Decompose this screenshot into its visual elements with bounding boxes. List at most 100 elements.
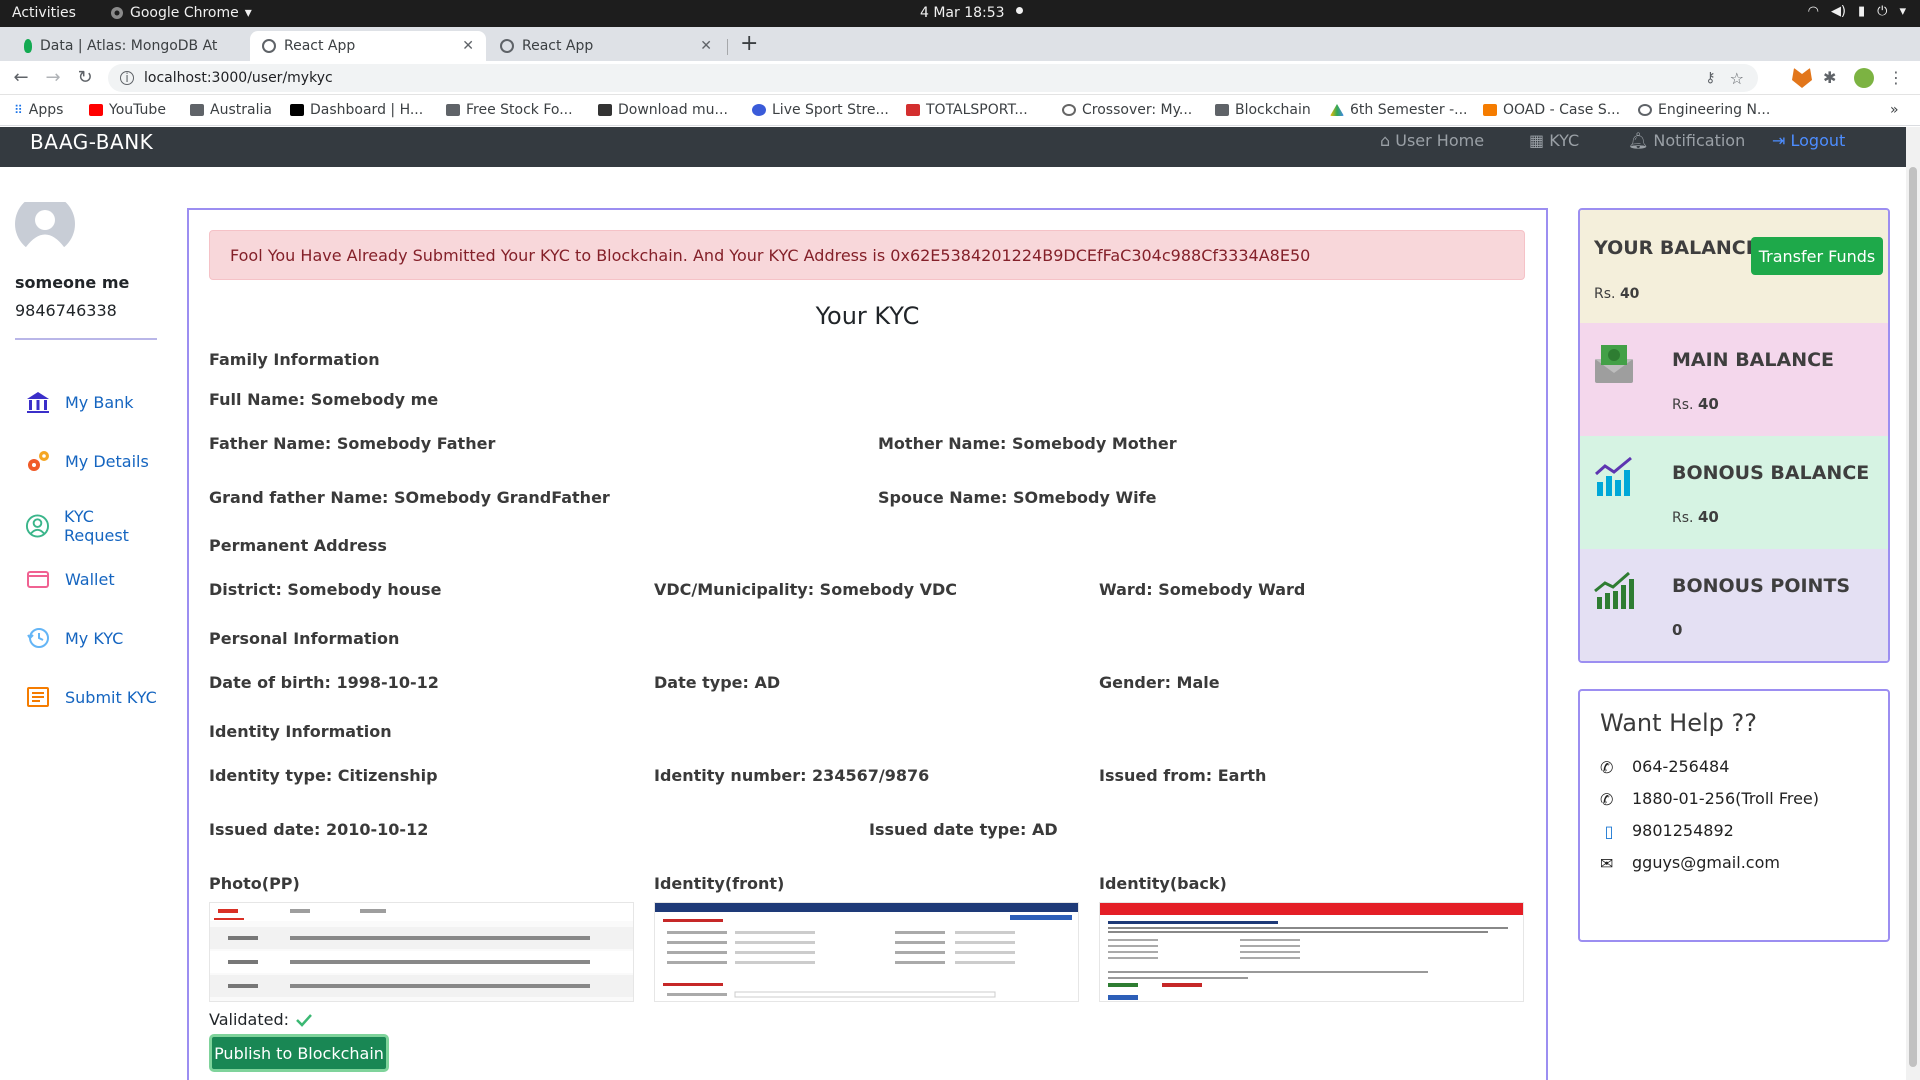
section-family-info: Family Information <box>209 350 380 369</box>
bookmark-label: OOAD - Case S... <box>1503 102 1621 118</box>
scrollbar-thumb[interactable] <box>1909 167 1917 1067</box>
tab-react-app-active[interactable]: React App ✕ <box>250 31 486 61</box>
bookmark-crossover[interactable]: Crossover: My... <box>1062 102 1192 118</box>
main-balance-value: Rs. 40 <box>1672 395 1719 413</box>
sidebar-item-my-bank[interactable]: My Bank <box>25 389 134 415</box>
caret-down-icon: ▾ <box>1899 4 1906 19</box>
bookmarks-bar: ⠿ Apps YouTube Australia Dashboard | H...… <box>0 96 1920 126</box>
nav-label: Notification <box>1653 131 1746 150</box>
new-tab-icon[interactable]: + <box>740 31 758 56</box>
bookmark-dashboard[interactable]: Dashboard | H... <box>290 102 423 118</box>
help-mobile-text: 9801254892 <box>1632 821 1734 840</box>
currency-prefix: Rs. <box>1672 510 1694 526</box>
nav-logout[interactable]: ⇥ Logout <box>1772 131 1845 150</box>
bookmark-ooad[interactable]: OOAD - Case S... <box>1483 102 1620 118</box>
user-avatar-icon <box>15 202 75 247</box>
photo-thumbnail <box>210 903 633 997</box>
sidebar-item-label: My KYC <box>65 628 124 648</box>
help-phone-1-text: 064-256484 <box>1632 757 1730 776</box>
field-date-type: Date type: AD <box>654 673 781 692</box>
bookmarks-overflow-icon[interactable]: » <box>1890 102 1899 118</box>
bookmark-apps[interactable]: ⠿ Apps <box>14 102 63 118</box>
info-icon[interactable]: i <box>120 71 134 85</box>
globe-icon <box>1638 104 1652 116</box>
field-mother-name: Mother Name: Somebody Mother <box>878 434 1177 453</box>
bookmark-6th-semester[interactable]: 6th Semester -... <box>1330 102 1467 118</box>
nav-user-home[interactable]: ⌂ User Home <box>1380 131 1484 150</box>
photo-image[interactable] <box>209 902 634 1002</box>
nav-notification[interactable]: 🔔︎ Notification <box>1628 131 1745 150</box>
apps-grid-icon: ⠿ <box>14 103 23 117</box>
bookmark-label: Free Stock Fo... <box>466 102 573 118</box>
gears-icon <box>28 451 49 471</box>
phone-icon: ✆ <box>1600 757 1614 777</box>
identity-front-image[interactable] <box>654 902 1079 1002</box>
your-balance-value: Rs. 40 <box>1594 286 1639 302</box>
star-bookmark-icon[interactable]: ☆ <box>1730 69 1744 88</box>
caret-down-icon: ▾ <box>244 5 252 21</box>
balance-panel: YOUR BALANCE Transfer Funds Rs. 40 MAIN … <box>1578 208 1890 663</box>
clock[interactable]: 4 Mar 18:53 <box>920 5 1005 21</box>
user-phone: 9846746338 <box>15 301 117 320</box>
section-permanent-address: Permanent Address <box>209 536 387 555</box>
system-tray[interactable]: ◠ ◀) ▮ ⏻ ▾ <box>1808 4 1906 19</box>
transfer-funds-button[interactable]: Transfer Funds <box>1751 237 1883 275</box>
extensions-puzzle-icon[interactable]: ✱ <box>1823 68 1843 88</box>
bookmark-blockchain[interactable]: Blockchain <box>1215 102 1311 118</box>
your-balance-title: YOUR BALANCE <box>1594 237 1759 259</box>
bookmark-live-sport[interactable]: Live Sport Stre... <box>752 102 889 118</box>
history-icon <box>27 628 49 648</box>
brand-logo[interactable]: BAAG-BANK <box>30 130 153 154</box>
page-viewport: BAAG-BANK ⌂ User Home ▦ KYC 🔔︎ Notificat… <box>0 127 1906 1080</box>
key-icon[interactable]: ⚷ <box>1705 70 1715 86</box>
back-arrow-icon[interactable]: ← <box>10 67 32 88</box>
publish-to-blockchain-button[interactable]: Publish to Blockchain <box>209 1034 389 1072</box>
balance-amount: 40 <box>1697 395 1719 413</box>
field-father-name: Father Name: Somebody Father <box>209 434 496 453</box>
sidebar-item-my-kyc[interactable]: My KYC <box>25 625 123 651</box>
bookmark-free-stock[interactable]: Free Stock Fo... <box>446 102 573 118</box>
bookmark-label: 6th Semester -... <box>1350 102 1468 118</box>
system-top-bar: Activities Google Chrome ▾ 4 Mar 18:53 ◠… <box>0 0 1920 27</box>
field-dob: Date of birth: 1998-10-12 <box>209 673 439 692</box>
browser-tab-strip: Data | Atlas: MongoDB At React App ✕ Rea… <box>0 27 1920 61</box>
sport-icon <box>752 104 766 116</box>
address-bar[interactable]: i localhost:3000/user/mykyc ⚷ ☆ <box>108 64 1758 92</box>
nav-kyc[interactable]: ▦ KYC <box>1529 131 1579 150</box>
field-identity-number: Identity number: 234567/9876 <box>654 766 930 785</box>
kyc-card: Fool You Have Already Submitted Your KYC… <box>187 208 1548 1080</box>
points-amount: 0 <box>1672 621 1683 639</box>
sidebar-item-my-details[interactable]: My Details <box>25 448 149 474</box>
sidebar-item-kyc-request[interactable]: KYC Request <box>25 507 160 545</box>
sidebar-item-wallet[interactable]: Wallet <box>25 566 115 592</box>
mongodb-leaf-icon <box>24 39 32 53</box>
close-tab-icon[interactable]: ✕ <box>700 38 712 54</box>
bookmark-youtube[interactable]: YouTube <box>89 102 166 118</box>
help-mobile[interactable]: ▯ 9801254892 <box>1600 821 1734 841</box>
field-issued-date: Issued date: 2010-10-12 <box>209 820 429 839</box>
table-icon: ▦ <box>1529 131 1545 150</box>
tab-react-app[interactable]: React App ✕ <box>488 31 724 61</box>
bookmark-australia[interactable]: Australia <box>190 102 272 118</box>
profile-avatar[interactable] <box>1854 68 1874 88</box>
tab-mongodb[interactable]: Data | Atlas: MongoDB At <box>12 31 248 61</box>
activities-button[interactable]: Activities <box>12 5 76 21</box>
more-menu-icon[interactable]: ⋮ <box>1886 68 1906 88</box>
url-text: localhost:3000/user/mykyc <box>144 70 333 86</box>
identity-back-image[interactable] <box>1099 902 1524 1002</box>
page-scrollbar[interactable] <box>1906 127 1920 1080</box>
bookmark-engineering[interactable]: Engineering N... <box>1638 102 1770 118</box>
help-email[interactable]: ✉ gguys@gmail.com <box>1600 853 1780 873</box>
bookmark-label: Blockchain <box>1235 102 1311 118</box>
app-menu[interactable]: Google Chrome ▾ <box>110 5 252 21</box>
close-tab-icon[interactable]: ✕ <box>462 38 474 54</box>
help-phone-1[interactable]: ✆ 064-256484 <box>1600 757 1730 777</box>
reload-icon[interactable]: ↻ <box>74 67 96 88</box>
forward-arrow-icon[interactable]: → <box>42 67 64 88</box>
metamask-icon[interactable] <box>1792 68 1812 88</box>
bookmark-download[interactable]: Download mu... <box>598 102 728 118</box>
bookmark-label: Engineering N... <box>1658 102 1771 118</box>
sidebar-item-submit-kyc[interactable]: Submit KYC <box>25 684 157 710</box>
help-phone-2[interactable]: ✆ 1880-01-256(Troll Free) <box>1600 789 1819 809</box>
bookmark-totalsport[interactable]: TOTALSPORT... <box>906 102 1028 118</box>
